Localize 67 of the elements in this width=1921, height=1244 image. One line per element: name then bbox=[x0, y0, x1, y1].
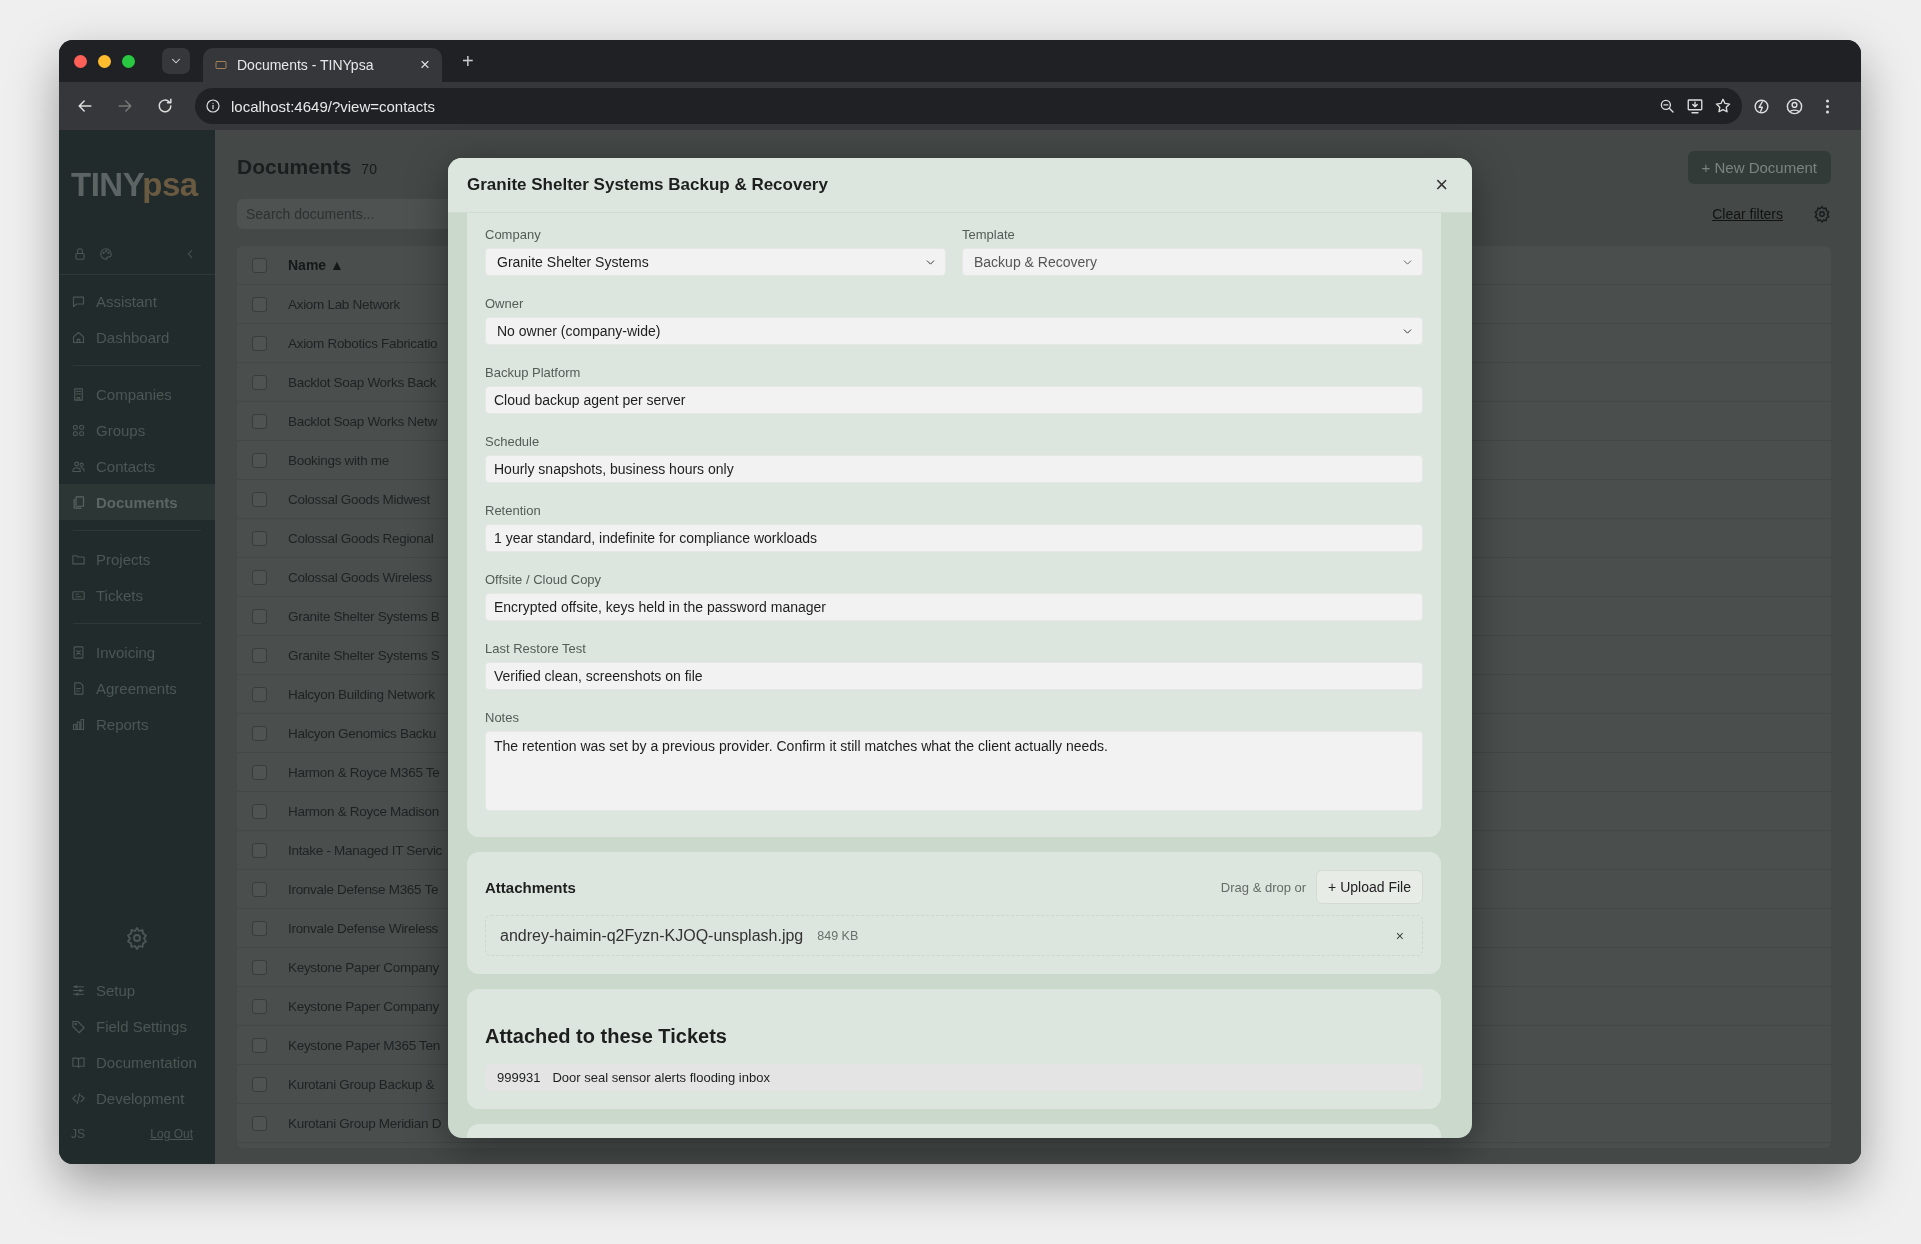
ticket-number: 999931 bbox=[497, 1070, 541, 1085]
settings-icon[interactable] bbox=[1813, 205, 1831, 223]
browser-tab[interactable]: Documents - TINYpsa × bbox=[203, 48, 442, 82]
tag-icon bbox=[71, 1018, 86, 1034]
profile-icon[interactable] bbox=[1785, 96, 1804, 116]
favicon-icon bbox=[215, 59, 227, 71]
people-icon bbox=[71, 458, 86, 474]
grid-icon bbox=[71, 422, 86, 438]
field-label: Notes bbox=[485, 710, 520, 725]
field-label: Template bbox=[962, 227, 1016, 242]
upload-button[interactable]: + Upload File bbox=[1316, 870, 1423, 904]
address-bar[interactable]: localhost:4649/?view=contacts bbox=[195, 88, 1742, 124]
field-label: Owner bbox=[485, 296, 525, 311]
info-icon bbox=[205, 98, 221, 114]
drop-hint: Drag & drop or bbox=[1220, 879, 1307, 895]
bar-chart-icon bbox=[71, 716, 86, 732]
install-icon[interactable] bbox=[1686, 97, 1704, 115]
maximize-window-button[interactable] bbox=[122, 54, 135, 68]
minimize-window-button[interactable] bbox=[98, 54, 111, 68]
text-field[interactable]: Encrypted offsite, keys held in the password manager bbox=[485, 593, 1423, 621]
text-field[interactable]: Hourly snapshots, business hours only bbox=[485, 455, 1423, 483]
lock-icon[interactable] bbox=[73, 247, 87, 261]
new-tab-button[interactable]: + bbox=[462, 49, 474, 73]
text-field[interactable]: Verified clean, screenshots on file bbox=[485, 662, 1423, 690]
new-document-button[interactable]: + New Document bbox=[1687, 150, 1831, 184]
close-tab-button[interactable]: × bbox=[420, 55, 430, 75]
chat-bubble-icon bbox=[71, 293, 86, 309]
text-field[interactable]: 1 year standard, indefinite for compliance workloads bbox=[485, 524, 1423, 552]
invoice-icon bbox=[71, 644, 86, 660]
notes-field[interactable]: The retention was set by a previous provider. Confirm it still matches what the client actually needs. bbox=[485, 731, 1423, 811]
dialog-title: Granite Shelter Systems Backup & Recovery bbox=[467, 175, 829, 195]
palette-icon[interactable] bbox=[99, 247, 113, 261]
section-title: Attachments bbox=[485, 878, 577, 896]
file-name: andrey-haimin-q2Fyzn-KJOQ-unsplash.jpg bbox=[500, 926, 804, 945]
documents-icon bbox=[71, 494, 86, 510]
select-field[interactable]: Granite Shelter Systems bbox=[485, 248, 946, 276]
home-icon bbox=[71, 329, 86, 345]
remove-button[interactable]: × bbox=[1395, 927, 1404, 944]
field-label: Retention bbox=[485, 503, 542, 518]
text-field[interactable]: Cloud backup agent per server bbox=[485, 386, 1423, 414]
book-icon bbox=[71, 1054, 86, 1070]
logo-text: TINY bbox=[71, 166, 143, 203]
building-icon bbox=[71, 386, 86, 402]
zoom-icon[interactable] bbox=[1658, 97, 1676, 115]
field-label: Backup Platform bbox=[485, 365, 582, 380]
star-icon[interactable] bbox=[1714, 97, 1732, 115]
close-window-button[interactable] bbox=[74, 54, 87, 68]
column-header[interactable]: Name ▲ bbox=[288, 257, 344, 273]
tab-title: Documents - TINYpsa bbox=[237, 57, 375, 73]
field-label: Schedule bbox=[485, 434, 541, 449]
section-title: Attached to these Tickets bbox=[485, 1025, 728, 1048]
extension-icon[interactable] bbox=[1752, 96, 1771, 116]
field-label: Last Restore Test bbox=[485, 641, 587, 656]
attachment-row[interactable]: andrey-haimin-q2Fyzn-KJOQ-unsplash.jpg 849 KB × bbox=[485, 915, 1423, 956]
field-label: Offsite / Cloud Copy bbox=[485, 572, 603, 587]
code-icon bbox=[71, 1090, 86, 1106]
field-label: Company bbox=[485, 227, 542, 242]
document-icon bbox=[71, 680, 86, 696]
ticket-title: Door seal sensor alerts flooding inbox bbox=[552, 1070, 770, 1085]
tab-list-button[interactable] bbox=[162, 48, 190, 74]
sliders-icon bbox=[71, 982, 86, 998]
close-button[interactable]: × bbox=[1435, 172, 1448, 198]
settings-icon[interactable] bbox=[125, 926, 149, 950]
select-field[interactable]: No owner (company-wide) bbox=[485, 317, 1423, 345]
logo-accent-text: psa bbox=[142, 166, 198, 203]
file-size: 849 KB bbox=[817, 928, 860, 943]
ticket-row[interactable]: 999931 Door seal sensor alerts flooding inbox bbox=[485, 1064, 1423, 1091]
